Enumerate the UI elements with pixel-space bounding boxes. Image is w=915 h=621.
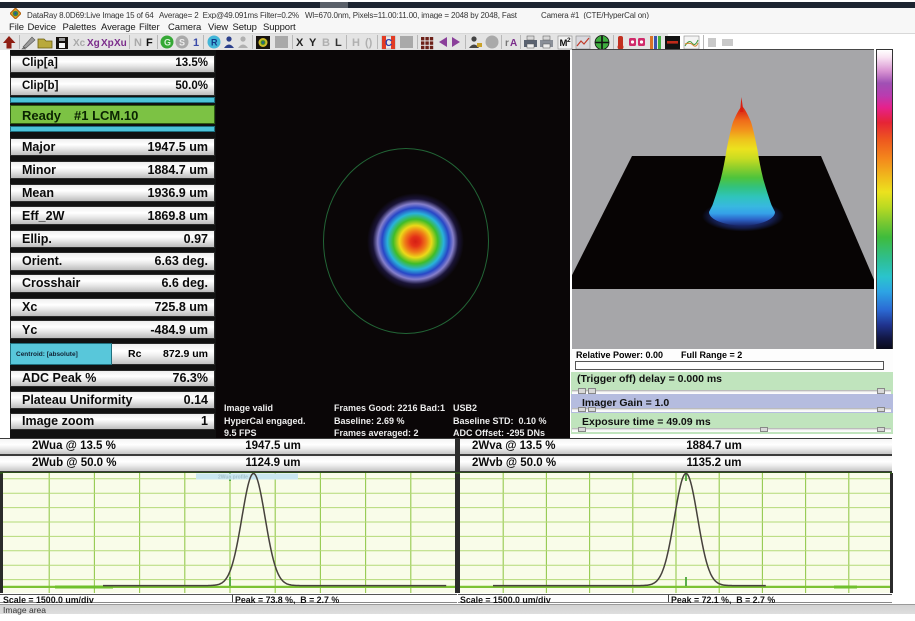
svg-text:C: C xyxy=(385,38,392,49)
svg-text:X: X xyxy=(296,37,304,49)
svg-text:2Wua profile: 2Wua profile xyxy=(218,475,248,481)
svg-text:G: G xyxy=(164,38,171,48)
svg-text:N: N xyxy=(134,37,142,49)
svg-text:Xc: Xc xyxy=(73,38,86,49)
svg-text:A: A xyxy=(510,38,517,49)
svg-text:F: F xyxy=(146,37,153,49)
svg-text:r: r xyxy=(505,38,509,49)
svg-text:Y: Y xyxy=(309,37,317,49)
svg-text:Xu: Xu xyxy=(114,38,127,49)
svg-text:R: R xyxy=(211,38,218,48)
svg-text:Xg: Xg xyxy=(87,38,100,49)
svg-text:2: 2 xyxy=(567,37,571,44)
svg-text:1: 1 xyxy=(193,37,199,49)
svg-text:Xp: Xp xyxy=(101,38,114,49)
svg-text:L: L xyxy=(335,37,342,49)
svg-text:(): () xyxy=(365,37,373,49)
svg-text:H: H xyxy=(352,37,360,49)
svg-text:B: B xyxy=(322,37,330,49)
svg-text:S: S xyxy=(179,38,185,48)
